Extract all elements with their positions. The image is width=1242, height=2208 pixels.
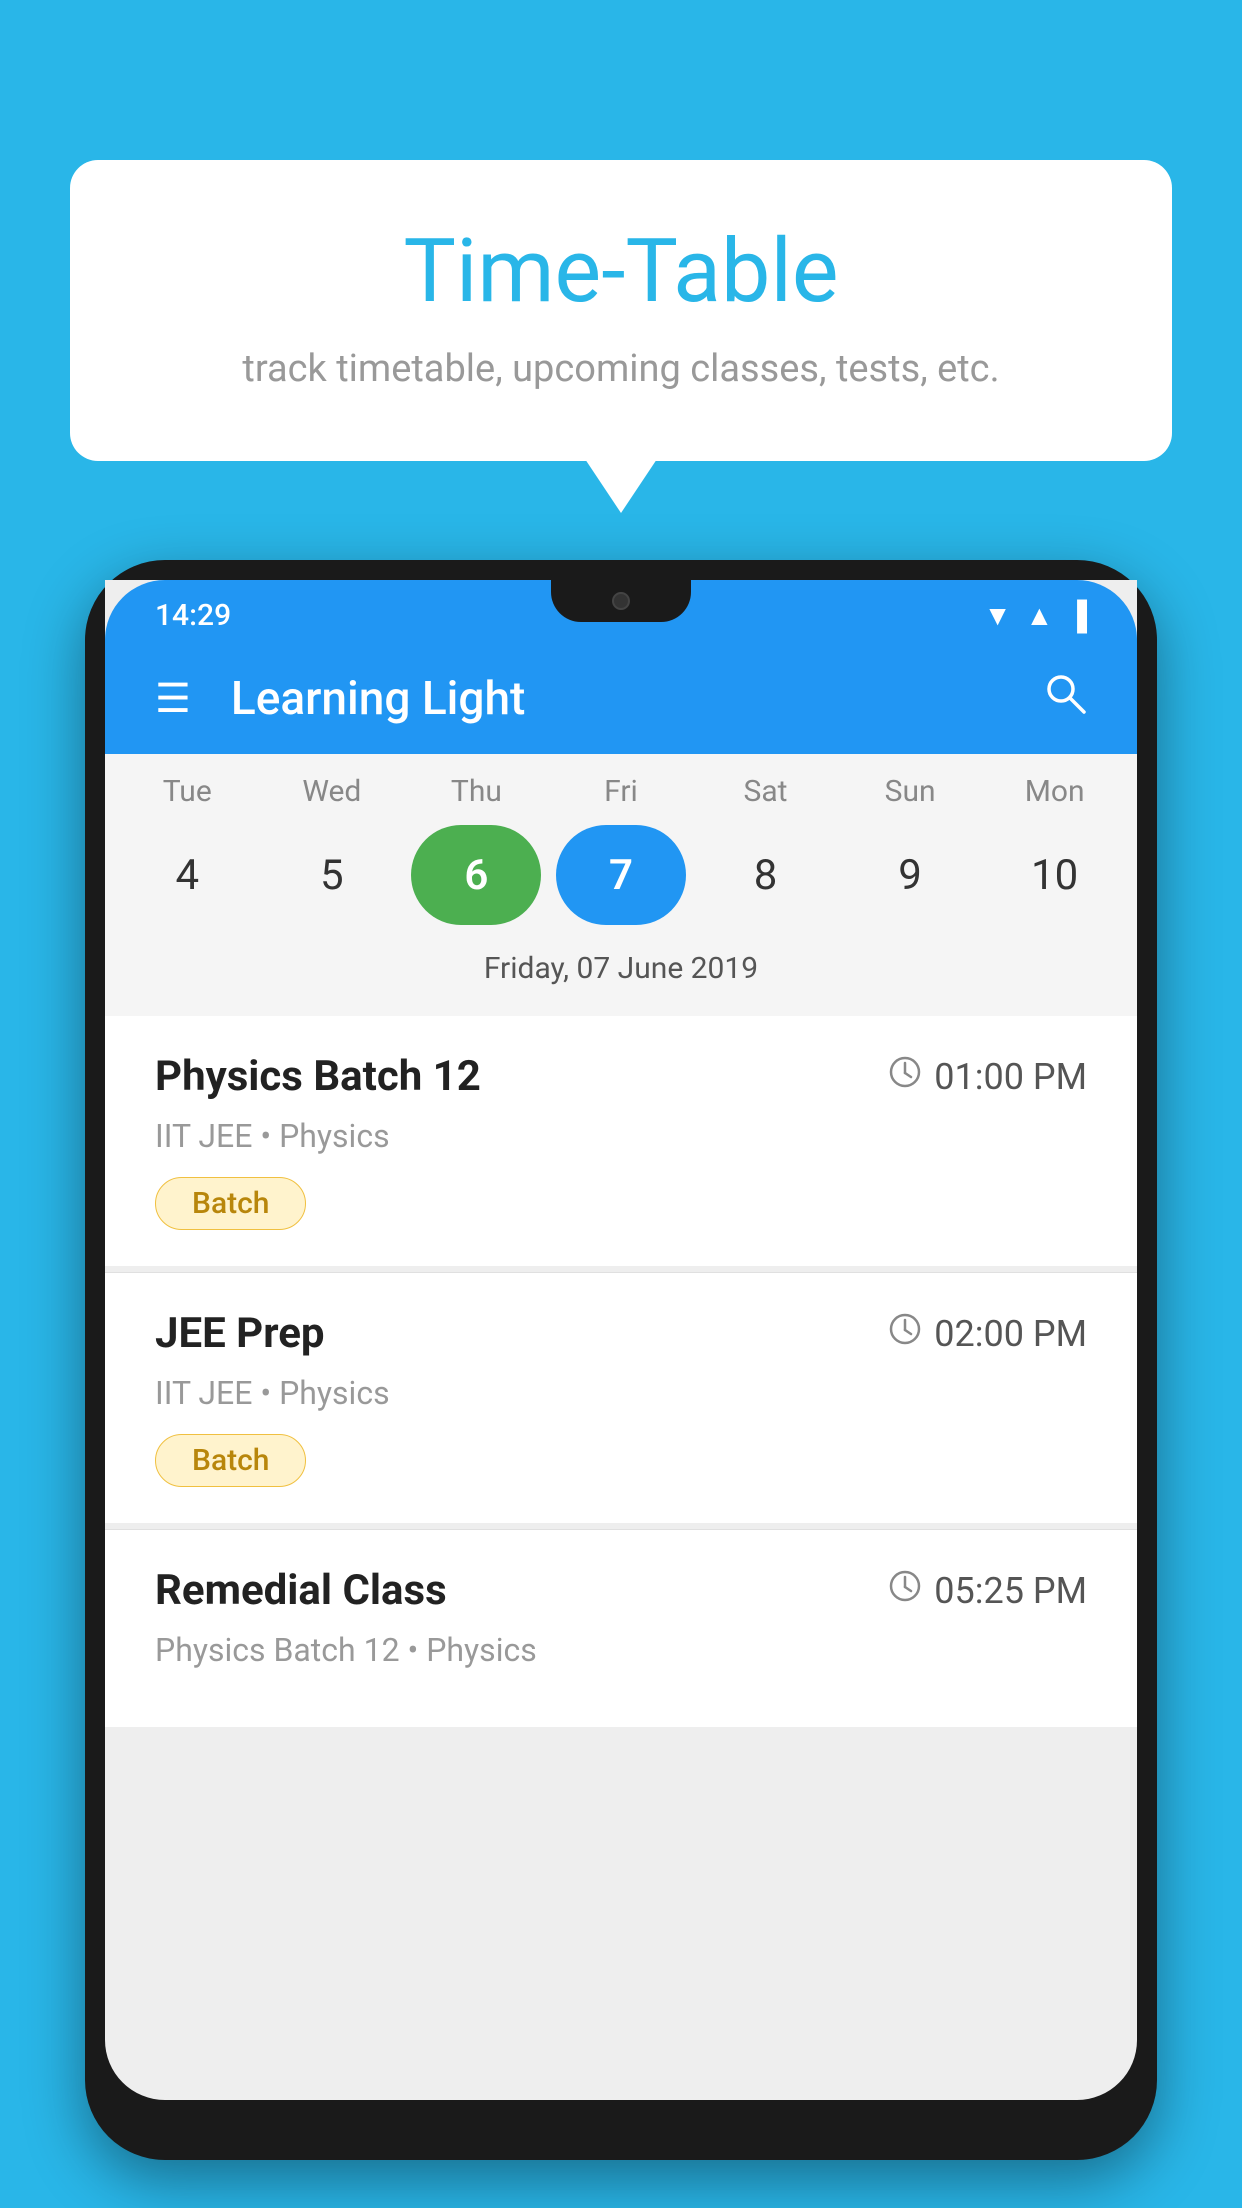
clock-icon-1 [888, 1055, 922, 1098]
screen-content: Physics Batch 12 01:00 PM [105, 1016, 1137, 1733]
status-bar: 14:29 ▼ ▲ ▐ [105, 580, 1137, 643]
speech-bubble-container: Time-Table track timetable, upcoming cla… [70, 160, 1172, 461]
session-card-2[interactable]: JEE Prep 02:00 PM [105, 1273, 1137, 1523]
session-time-2: 02:00 PM [888, 1312, 1087, 1355]
bubble-title: Time-Table [150, 220, 1092, 323]
battery-icon: ▐ [1067, 599, 1087, 632]
session-card-3[interactable]: Remedial Class 05:25 PM [105, 1530, 1137, 1727]
camera-dot [612, 592, 630, 610]
day-label-mon: Mon [990, 774, 1120, 809]
session-header-2: JEE Prep 02:00 PM [155, 1309, 1087, 1358]
phone-frame: 14:29 ▼ ▲ ▐ ☰ Learning Light [85, 560, 1157, 2160]
app-title: Learning Light [231, 672, 1003, 726]
session-meta-1: IIT JEE • Physics [155, 1117, 1087, 1155]
session-name-3: Remedial Class [155, 1566, 447, 1615]
session-meta-2: IIT JEE • Physics [155, 1374, 1087, 1412]
notch [551, 580, 691, 622]
day-10[interactable]: 10 [990, 825, 1120, 925]
day-label-sat: Sat [701, 774, 831, 809]
phone-screen: 14:29 ▼ ▲ ▐ ☰ Learning Light [105, 580, 1137, 2100]
batch-tag-1: Batch [155, 1177, 306, 1230]
session-time-1: 01:00 PM [888, 1055, 1087, 1098]
day-label-tue: Tue [122, 774, 252, 809]
day-8[interactable]: 8 [701, 825, 831, 925]
status-time: 14:29 [155, 598, 231, 633]
day-4[interactable]: 4 [122, 825, 252, 925]
session-header-1: Physics Batch 12 01:00 PM [155, 1052, 1087, 1101]
app-header: ☰ Learning Light [105, 643, 1137, 754]
calendar-strip: Tue Wed Thu Fri Sat Sun Mon 4 5 6 7 8 9 … [105, 754, 1137, 1016]
search-icon[interactable] [1043, 671, 1087, 726]
session-name-2: JEE Prep [155, 1309, 325, 1358]
signal-icon: ▲ [1025, 599, 1053, 632]
speech-bubble: Time-Table track timetable, upcoming cla… [70, 160, 1172, 461]
batch-tag-2: Batch [155, 1434, 306, 1487]
session-header-3: Remedial Class 05:25 PM [155, 1566, 1087, 1615]
day-label-sun: Sun [845, 774, 975, 809]
session-name-1: Physics Batch 12 [155, 1052, 481, 1101]
status-icons: ▼ ▲ ▐ [984, 599, 1087, 632]
clock-icon-2 [888, 1312, 922, 1355]
selected-date-label: Friday, 07 June 2019 [105, 941, 1137, 1006]
session-time-3: 05:25 PM [888, 1569, 1087, 1612]
day-9[interactable]: 9 [845, 825, 975, 925]
day-label-fri: Fri [556, 774, 686, 809]
day-5[interactable]: 5 [267, 825, 397, 925]
session-meta-3: Physics Batch 12 • Physics [155, 1631, 1087, 1669]
clock-icon-3 [888, 1569, 922, 1612]
day-6-today[interactable]: 6 [411, 825, 541, 925]
wifi-icon: ▼ [984, 599, 1012, 632]
day-labels: Tue Wed Thu Fri Sat Sun Mon [105, 774, 1137, 809]
hamburger-icon[interactable]: ☰ [155, 675, 191, 722]
session-card-1[interactable]: Physics Batch 12 01:00 PM [105, 1016, 1137, 1266]
bubble-subtitle: track timetable, upcoming classes, tests… [150, 347, 1092, 391]
day-numbers: 4 5 6 7 8 9 10 [105, 825, 1137, 925]
day-label-thu: Thu [411, 774, 541, 809]
phone-container: 14:29 ▼ ▲ ▐ ☰ Learning Light [85, 560, 1157, 2208]
day-7-selected[interactable]: 7 [556, 825, 686, 925]
day-label-wed: Wed [267, 774, 397, 809]
